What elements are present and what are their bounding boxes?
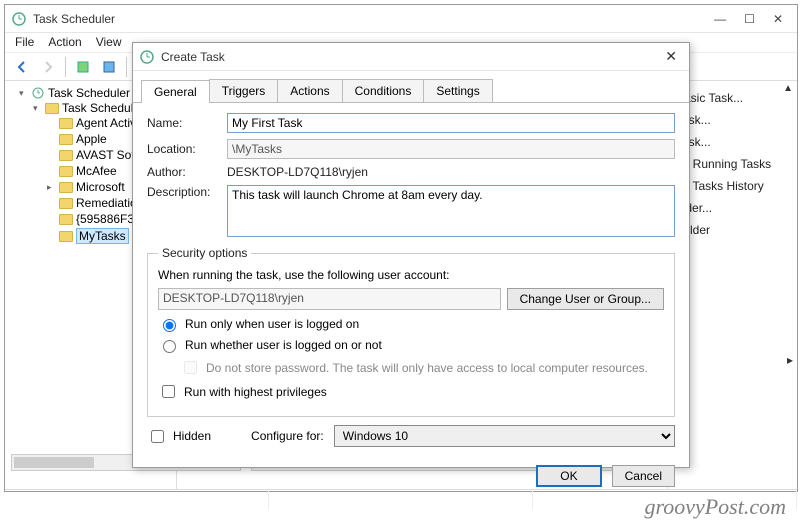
dialog-buttons: OK Cancel: [133, 457, 689, 487]
security-text: When running the task, use the following…: [158, 268, 664, 282]
action-icon[interactable]: [72, 56, 94, 78]
minimize-button[interactable]: —: [714, 12, 726, 26]
app-icon: [11, 11, 27, 27]
radio-logged-on-label: Run only when user is logged on: [185, 317, 359, 331]
highpriv-label: Run with highest privileges: [184, 385, 327, 399]
folder-icon: [59, 150, 73, 161]
clock-icon: [139, 49, 155, 65]
location-label: Location:: [147, 142, 227, 156]
nostore-check: Do not store password. The task will onl…: [180, 358, 664, 377]
folder-icon: [59, 198, 73, 209]
action-item[interactable]: Task...: [676, 109, 789, 131]
description-label: Description:: [147, 185, 227, 199]
action-item[interactable]: All Tasks History: [676, 175, 789, 197]
folder-icon: [59, 182, 73, 193]
name-input[interactable]: [227, 113, 675, 133]
action-item[interactable]: Basic Task...: [676, 87, 789, 109]
tree-item-label: Microsoft: [76, 180, 125, 194]
tree-item-label: Apple: [76, 132, 107, 146]
author-value: DESKTOP-LD7Q118\ryjen: [227, 165, 675, 179]
folder-icon: [59, 231, 73, 242]
forward-button[interactable]: [37, 56, 59, 78]
back-button[interactable]: [11, 56, 33, 78]
description-input[interactable]: [227, 185, 675, 237]
menu-action[interactable]: Action: [48, 35, 81, 50]
tab-actions[interactable]: Actions: [277, 79, 342, 102]
hidden-check[interactable]: Hidden: [147, 427, 211, 446]
watermark: groovyPost.com: [644, 494, 786, 520]
create-task-dialog: Create Task ✕ GeneralTriggersActionsCond…: [132, 42, 690, 468]
radio-logged-on-input[interactable]: [163, 319, 176, 332]
collapse-icon[interactable]: ▲: [783, 83, 793, 94]
author-label: Author:: [147, 165, 227, 179]
tree-item-label: McAfee: [76, 164, 117, 178]
location-value: \MyTasks: [227, 139, 675, 159]
dialog-body: Name: Location: \MyTasks Author: DESKTOP…: [133, 103, 689, 457]
folder-icon: [59, 214, 73, 225]
hidden-label: Hidden: [173, 429, 211, 443]
dialog-title: Create Task: [161, 50, 659, 64]
action-item[interactable]: Task...: [676, 131, 789, 153]
main-titlebar: Task Scheduler — ☐ ✕: [5, 5, 797, 33]
dialog-tabs: GeneralTriggersActionsConditionsSettings: [133, 71, 689, 103]
tab-general[interactable]: General: [141, 80, 210, 103]
chevron-right-icon[interactable]: ▸: [787, 353, 793, 367]
close-button[interactable]: ✕: [773, 12, 783, 26]
window-controls: — ☐ ✕: [714, 12, 791, 26]
highpriv-checkbox[interactable]: [162, 385, 175, 398]
clock-icon: [31, 86, 45, 100]
folder-icon: [45, 103, 59, 114]
action-item[interactable]: All Running Tasks: [676, 153, 789, 175]
security-options-group: Security options When running the task, …: [147, 246, 675, 417]
configure-label: Configure for:: [251, 429, 324, 443]
change-user-button[interactable]: Change User or Group...: [507, 288, 664, 310]
user-account-value: DESKTOP-LD7Q118\ryjen: [158, 288, 501, 310]
nostore-label: Do not store password. The task will onl…: [206, 361, 648, 375]
menu-file[interactable]: File: [15, 35, 34, 50]
hidden-checkbox[interactable]: [151, 430, 164, 443]
folder-icon: [59, 134, 73, 145]
name-label: Name:: [147, 116, 227, 130]
highpriv-check[interactable]: Run with highest privileges: [158, 382, 664, 401]
menu-view[interactable]: View: [96, 35, 122, 50]
tab-triggers[interactable]: Triggers: [209, 79, 279, 102]
maximize-button[interactable]: ☐: [744, 12, 755, 26]
folder-icon: [59, 166, 73, 177]
radio-logged-on[interactable]: Run only when user is logged on: [158, 316, 664, 332]
nostore-checkbox: [184, 361, 197, 374]
action-item[interactable]: older...: [676, 197, 789, 219]
ok-button[interactable]: OK: [536, 465, 601, 487]
folder-icon: [59, 118, 73, 129]
tree-item-label: MyTasks: [76, 228, 129, 244]
dialog-close-button[interactable]: ✕: [659, 48, 683, 65]
radio-logged-off-label: Run whether user is logged on or not: [185, 338, 382, 352]
tab-settings[interactable]: Settings: [423, 79, 492, 102]
security-legend: Security options: [158, 246, 251, 260]
cancel-button[interactable]: Cancel: [612, 465, 675, 487]
radio-logged-off[interactable]: Run whether user is logged on or not: [158, 337, 664, 353]
configure-for-select[interactable]: Windows 10: [334, 425, 675, 447]
action-item[interactable]: Folder: [676, 219, 789, 241]
radio-logged-off-input[interactable]: [163, 340, 176, 353]
refresh-icon[interactable]: [98, 56, 120, 78]
dialog-titlebar: Create Task ✕: [133, 43, 689, 71]
main-title: Task Scheduler: [33, 12, 714, 26]
tab-conditions[interactable]: Conditions: [342, 79, 425, 102]
